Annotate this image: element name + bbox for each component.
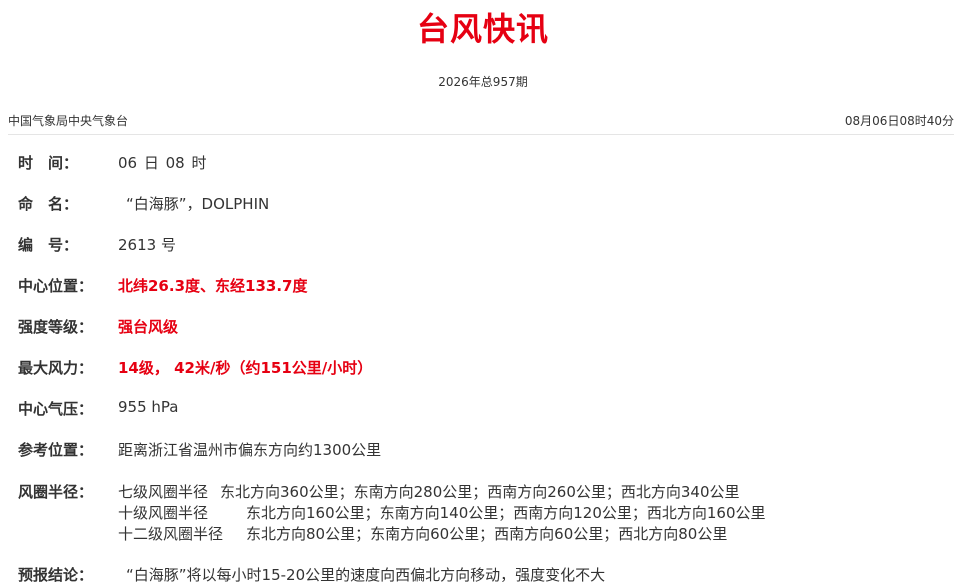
time-value: 06 日 08 时 [118,154,207,172]
intensity-value: 强台风级 [118,318,179,336]
wind-radius-level: 十二级风圈半径 [118,525,224,543]
reference-value: 距离浙江省温州市偏东方向约1300公里 [118,441,382,459]
wind-radius-level: 七级风圈半径 [118,483,209,501]
center-label: 中心位置： [18,277,94,295]
bulletin-title: 台风快讯 [416,10,549,48]
forecast-value: “白海豚”将以每小时15-20公里的速度向西偏北方向移动，强度变化不大 [126,566,606,584]
number-value: 2613 号 [118,236,176,254]
pressure-value: 955 hPa [118,398,179,416]
intensity-label: 强度等级： [18,318,94,336]
name-label: 命 名： [18,195,79,213]
wind-radius-directions: 东北方向360公里；东南方向280公里；西南方向260公里；西北方向340公里 [220,483,740,501]
issuer-name: 中国气象局中央气象台 [8,114,129,128]
max-wind-label: 最大风力： [18,359,94,377]
wind-radius-directions: 东北方向80公里；东南方向60公里；西南方向60公里；西北方向80公里 [246,525,728,543]
name-value: “白海豚”，DOLPHIN [126,195,270,213]
wind-radii-label: 风圈半径： [18,483,94,501]
time-label: 时 间： [18,154,79,172]
wind-radius-level: 十级风圈半径 [118,504,209,522]
reference-label: 参考位置： [18,441,94,459]
header-divider [8,134,954,135]
max-wind-value: 14级， 42米/秒（约151公里/小时） [118,359,373,377]
issue-number: 2026年总957期 [438,75,528,89]
publish-time: 08月06日08时40分 [844,114,954,128]
number-label: 编 号： [18,236,79,254]
wind-radius-directions: 东北方向160公里；东南方向140公里；西南方向120公里；西北方向160公里 [246,504,766,522]
forecast-label: 预报结论： [18,566,94,584]
pressure-label: 中心气压： [18,400,94,418]
center-value: 北纬26.3度、东经133.7度 [118,277,308,295]
